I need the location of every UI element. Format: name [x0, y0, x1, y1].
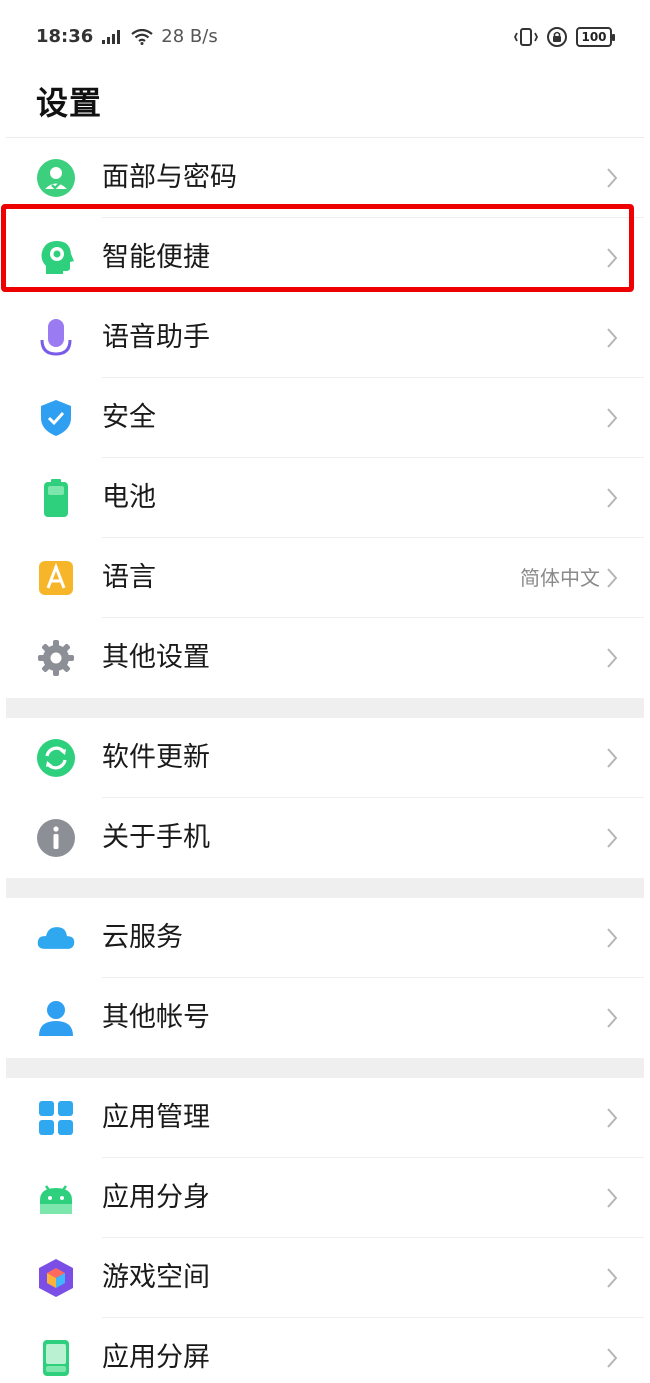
gear-icon [36, 638, 76, 678]
split-screen-icon [36, 1338, 76, 1378]
chevron-right-icon [607, 168, 618, 188]
settings-item-split-screen[interactable]: 应用分屏 [6, 1318, 644, 1383]
settings-item-label: 面部与密码 [102, 162, 237, 193]
settings-item-label: 智能便捷 [102, 242, 210, 273]
info-icon [36, 818, 76, 858]
microphone-icon [36, 318, 76, 358]
section-gap [6, 878, 644, 898]
settings-item-label: 语音助手 [102, 322, 210, 353]
chevron-right-icon [607, 328, 618, 348]
network-speed: 28 B/s [161, 26, 218, 47]
update-icon [36, 738, 76, 778]
shield-icon [36, 398, 76, 438]
chevron-right-icon [607, 488, 618, 508]
chevron-right-icon [607, 648, 618, 668]
settings-item-cloud-service[interactable]: 云服务 [6, 898, 644, 978]
settings-item-voice-assistant[interactable]: 语音助手 [6, 298, 644, 378]
section-gap [6, 698, 644, 718]
settings-item-label: 其他帐号 [102, 1002, 210, 1033]
game-cube-icon [36, 1258, 76, 1298]
settings-item-game-space[interactable]: 游戏空间 [6, 1238, 644, 1318]
chevron-right-icon [607, 828, 618, 848]
language-value: 简体中文 [520, 566, 600, 590]
face-password-icon [36, 158, 76, 198]
status-bar: 18:36 28 B/s 100 [0, 0, 650, 76]
person-icon [36, 998, 76, 1038]
settings-item-security[interactable]: 安全 [6, 378, 644, 458]
smart-head-icon [36, 238, 76, 278]
chevron-right-icon [607, 408, 618, 428]
app-grid-icon [36, 1098, 76, 1138]
chevron-right-icon [607, 1348, 618, 1368]
signal-icon [101, 29, 123, 45]
status-time: 18:36 [36, 26, 94, 47]
chevron-right-icon [607, 1188, 618, 1208]
settings-item-label: 安全 [102, 402, 156, 433]
vibrate-icon [514, 27, 538, 47]
settings-item-label: 电池 [102, 482, 156, 513]
battery-indicator: 100 [576, 27, 615, 47]
settings-item-software-update[interactable]: 软件更新 [6, 718, 644, 798]
settings-item-label: 其他设置 [102, 642, 210, 673]
chevron-right-icon [607, 248, 618, 268]
settings-item-label: 应用分屏 [102, 1342, 210, 1373]
settings-item-label: 语言 [102, 562, 156, 593]
settings-item-face-password[interactable]: 面部与密码 [6, 138, 644, 218]
chevron-right-icon [607, 1108, 618, 1128]
chevron-right-icon [607, 748, 618, 768]
settings-item-language[interactable]: 语言 简体中文 [6, 538, 644, 618]
cloud-icon [36, 918, 76, 958]
chevron-right-icon [607, 1008, 618, 1028]
settings-item-app-clone[interactable]: 应用分身 [6, 1158, 644, 1238]
battery-icon [36, 478, 76, 518]
chevron-right-icon [607, 1268, 618, 1288]
page-title: 设置 [36, 84, 103, 122]
settings-item-other-settings[interactable]: 其他设置 [6, 618, 644, 698]
settings-item-about-phone[interactable]: 关于手机 [6, 798, 644, 878]
settings-item-app-management[interactable]: 应用管理 [6, 1078, 644, 1158]
wifi-icon [131, 28, 153, 45]
settings-item-other-accounts[interactable]: 其他帐号 [6, 978, 644, 1058]
rotation-lock-icon [546, 26, 568, 48]
settings-item-smart-shortcut[interactable]: 智能便捷 [6, 218, 644, 298]
section-gap [6, 1058, 644, 1078]
settings-item-label: 游戏空间 [102, 1262, 210, 1293]
settings-item-label: 关于手机 [102, 822, 210, 853]
language-icon [36, 558, 76, 598]
settings-item-label: 云服务 [102, 922, 183, 953]
settings-item-battery[interactable]: 电池 [6, 458, 644, 538]
android-icon [36, 1178, 76, 1218]
settings-item-label: 软件更新 [102, 742, 210, 773]
settings-item-label: 应用管理 [102, 1102, 210, 1133]
chevron-right-icon [607, 568, 618, 588]
chevron-right-icon [607, 928, 618, 948]
settings-item-label: 应用分身 [102, 1182, 210, 1213]
